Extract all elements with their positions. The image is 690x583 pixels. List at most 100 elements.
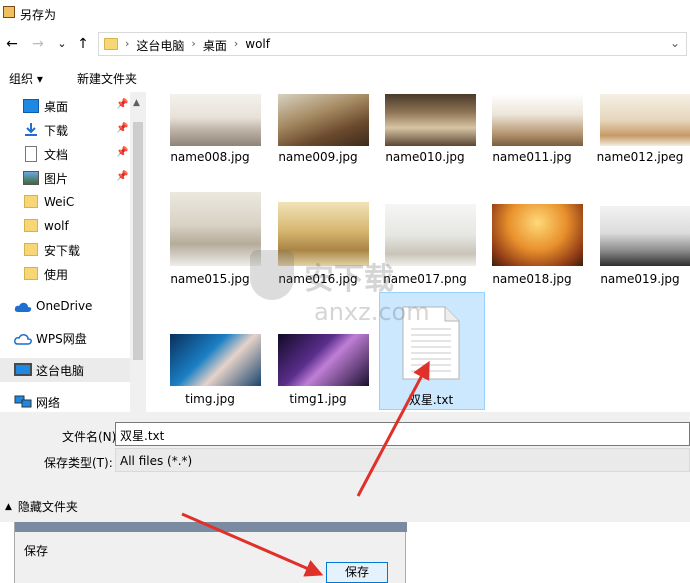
sidebar-item-network[interactable]: 网络 (0, 390, 130, 414)
filename-input[interactable]: 双星.txt (115, 422, 690, 446)
filename-value[interactable]: 双星.txt (120, 427, 164, 444)
sidebar-item-label: 安下载 (44, 243, 81, 258)
breadcrumb-this-pc[interactable]: 这台电脑 (136, 37, 184, 54)
up-arrow-icon[interactable]: ↑ (74, 35, 92, 53)
new-folder-button[interactable]: 新建文件夹 (77, 70, 137, 87)
hide-folders-label: 隐藏文件夹 (17, 500, 78, 514)
sidebar-item-label: 下载 (44, 123, 69, 138)
file-item-selected[interactable]: 双星.txt (379, 292, 485, 410)
folder-icon (24, 219, 38, 232)
app-icon (3, 6, 15, 18)
file-item[interactable]: timg1.jpg (265, 296, 371, 412)
sidebar-item-anxiazai[interactable]: 安下载 (0, 238, 130, 262)
image-thumbnail (278, 334, 369, 386)
document-icon (25, 146, 37, 162)
sidebar-item-shiyong[interactable]: 使用 (0, 262, 130, 286)
sidebar-item-pictures[interactable]: 图片 📌 (0, 166, 130, 190)
save-as-dialog: 另存为 ← → ⌄ ↑ › 这台电脑 › 桌面 › wolf ⌄ 组织 ▾ 新建… (0, 0, 690, 583)
address-dropdown-icon[interactable]: ⌄ (670, 36, 680, 50)
sidebar-item-label: 桌面 (44, 99, 69, 114)
breadcrumb-desktop[interactable]: 桌面 (203, 37, 227, 54)
pin-icon: 📌 (116, 171, 129, 182)
sidebar-item-label: OneDrive (36, 299, 93, 313)
folder-icon (24, 243, 38, 256)
chevron-up-icon: ▲ (5, 501, 12, 512)
file-name: timg1.jpg (289, 392, 347, 406)
sidebar-item-desktop[interactable]: 桌面 📌 (0, 94, 130, 118)
image-thumbnail (170, 192, 261, 266)
sidebar-item-weic[interactable]: WeiC (0, 190, 130, 214)
image-thumbnail (278, 94, 369, 146)
recent-locations-chevron-icon[interactable]: ⌄ (53, 35, 71, 53)
file-item[interactable]: name015.jpg (157, 190, 263, 308)
background-dialog-strip (15, 522, 407, 532)
image-thumbnail (170, 94, 261, 146)
breadcrumb-separator[interactable]: › (227, 37, 245, 54)
filetype-select[interactable]: All files (*.*) (115, 448, 690, 472)
file-item[interactable]: timg.jpg (157, 296, 263, 412)
save-form: 文件名(N): 双星.txt 保存类型(T): All files (*.*) … (0, 412, 690, 522)
file-item[interactable]: name018.jpg (479, 190, 585, 308)
pin-icon: 📌 (116, 99, 129, 110)
command-bar: 组织 ▾ 新建文件夹 (0, 64, 690, 92)
sidebar-item-label: 图片 (44, 171, 69, 186)
image-thumbnail (385, 94, 476, 146)
sidebar-item-label: 文档 (44, 147, 69, 162)
sidebar-item-label: 使用 (44, 267, 69, 282)
sidebar-item-this-pc[interactable]: 这台电脑 (0, 358, 130, 382)
navigation-pane-scrollbar[interactable]: ▲ (130, 92, 146, 412)
file-item[interactable]: name016.jpg (265, 190, 371, 308)
cloud-icon (14, 334, 32, 345)
filetype-value[interactable]: All files (*.*) (120, 454, 192, 468)
sidebar-item-label: WPS网盘 (36, 331, 87, 346)
title-bar: 另存为 (0, 0, 690, 28)
image-thumbnail (492, 204, 583, 266)
image-thumbnail (600, 94, 690, 146)
sidebar-item-wolf[interactable]: wolf (0, 214, 130, 238)
organize-menu-button[interactable]: 组织 ▾ (9, 70, 43, 87)
image-thumbnail (385, 204, 476, 266)
hide-folders-toggle[interactable]: ▲ 隐藏文件夹 (0, 498, 78, 515)
file-name: name011.jpg (492, 150, 572, 164)
file-item[interactable]: name019.jpg (587, 190, 690, 308)
file-item[interactable]: name017.png (372, 190, 478, 308)
file-name: name010.jpg (385, 150, 465, 164)
pictures-icon (23, 171, 39, 185)
pin-icon: 📌 (116, 123, 129, 134)
download-icon (25, 123, 37, 136)
desktop-icon (23, 99, 39, 113)
sidebar-item-onedrive[interactable]: OneDrive (0, 294, 130, 318)
text-file-icon (402, 306, 460, 380)
file-name: name016.jpg (278, 272, 358, 286)
sidebar-item-downloads[interactable]: 下载 📌 (0, 118, 130, 142)
file-name: name009.jpg (278, 150, 358, 164)
sidebar-item-documents[interactable]: 文档 📌 (0, 142, 130, 166)
window-title: 另存为 (20, 8, 57, 22)
sidebar-item-label: wolf (44, 219, 69, 233)
file-name: 双星.txt (408, 393, 454, 407)
network-icon (14, 395, 32, 408)
address-bar[interactable]: › 这台电脑 › 桌面 › wolf ⌄ (98, 32, 687, 56)
breadcrumb-wolf[interactable]: wolf (245, 37, 270, 54)
breadcrumb: › 这台电脑 › 桌面 › wolf (125, 37, 270, 54)
folder-icon (24, 267, 38, 280)
file-list: name008.jpg name009.jpg name010.jpg name… (147, 92, 690, 412)
image-thumbnail (492, 94, 583, 146)
navigation-bar: ← → ⌄ ↑ › 这台电脑 › 桌面 › wolf ⌄ (0, 28, 690, 62)
file-name: name017.png (383, 272, 467, 286)
sidebar-item-label: 网络 (36, 395, 61, 410)
image-thumbnail (600, 206, 690, 266)
file-name: name008.jpg (170, 150, 250, 164)
breadcrumb-separator[interactable]: › (184, 37, 202, 54)
file-name: timg.jpg (185, 392, 235, 406)
file-name: name018.jpg (492, 272, 572, 286)
scroll-up-arrow-icon[interactable]: ▲ (133, 98, 140, 108)
scrollbar-thumb[interactable] (133, 122, 143, 360)
save-button[interactable]: 保存 (326, 562, 388, 583)
background-dialog-title: 保存 (24, 544, 49, 558)
forward-arrow-icon[interactable]: → (29, 35, 47, 53)
back-arrow-icon[interactable]: ← (3, 35, 21, 53)
sidebar-item-wps-cloud[interactable]: WPS网盘 (0, 326, 130, 350)
file-name: name012.jpeg (596, 150, 684, 164)
folder-icon (24, 195, 38, 208)
